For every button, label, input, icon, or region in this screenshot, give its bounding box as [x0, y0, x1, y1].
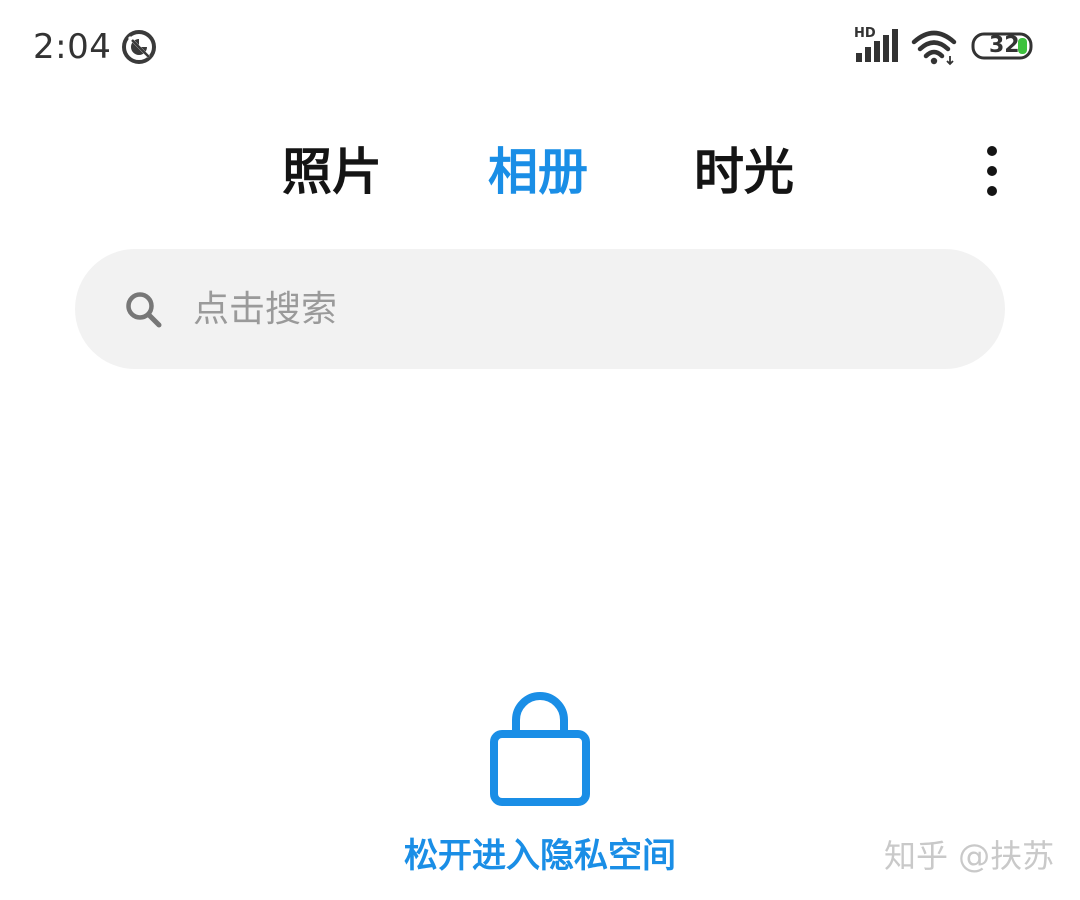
wifi-icon — [911, 30, 957, 66]
status-bar: 2:04 HD 32 — [0, 0, 1080, 95]
search-icon — [126, 292, 162, 328]
signal-icon — [856, 29, 898, 62]
tab-moments[interactable]: 时光 — [694, 140, 794, 204]
watermark: 知乎 @扶苏 — [884, 837, 1055, 875]
search-input[interactable] — [193, 279, 953, 339]
more-vertical-icon-dot — [987, 166, 997, 176]
battery-level: 32 — [989, 33, 1020, 58]
tab-albums[interactable]: 相册 — [488, 140, 588, 204]
tab-photos[interactable]: 照片 — [282, 140, 382, 204]
more-options-button[interactable] — [974, 140, 1010, 202]
more-vertical-icon-dot — [987, 186, 997, 196]
search-bar[interactable] — [75, 249, 1005, 369]
status-time: 2:04 — [33, 27, 112, 67]
more-vertical-icon — [987, 146, 997, 156]
do-not-disturb-icon — [122, 30, 156, 64]
lock-icon — [490, 692, 590, 806]
